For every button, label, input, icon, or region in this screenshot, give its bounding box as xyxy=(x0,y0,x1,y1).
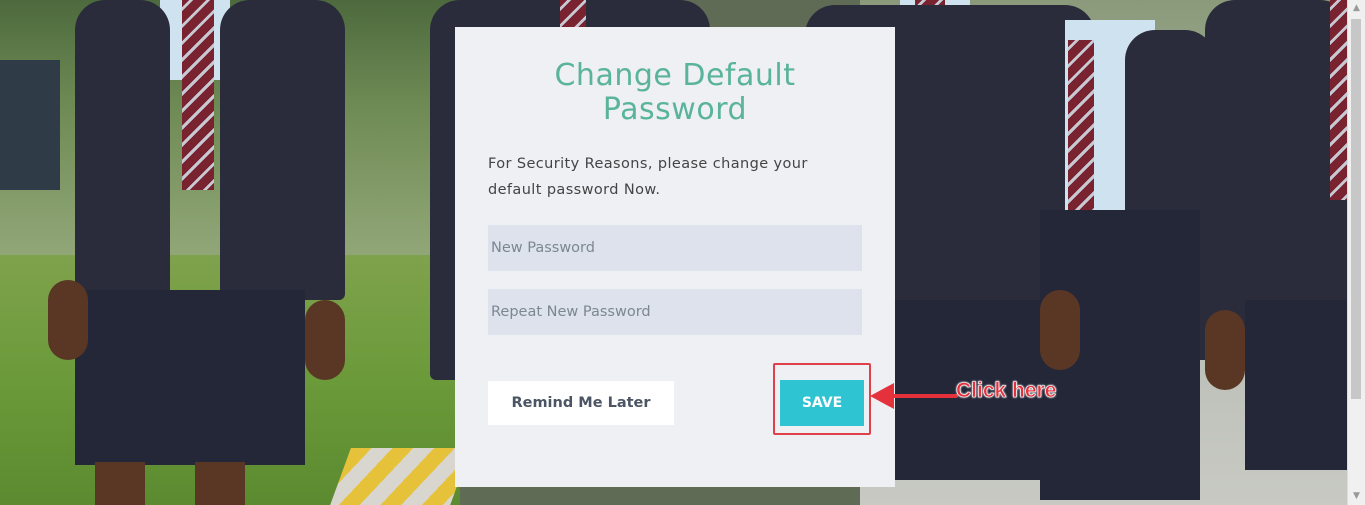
student-skirt xyxy=(1245,300,1350,470)
student-hand xyxy=(1205,310,1245,390)
click-here-annotation: Click here xyxy=(956,379,1057,403)
student-blazer xyxy=(220,0,345,300)
student-blazer xyxy=(75,0,170,300)
background-wall xyxy=(0,60,60,190)
card-title-line1: Change Default xyxy=(554,58,796,93)
card-title-line2: Password xyxy=(602,92,748,127)
save-button[interactable]: SAVE xyxy=(780,380,864,426)
card-title: Change Default Password xyxy=(455,59,895,127)
student-blazer xyxy=(1205,0,1350,340)
repeat-password-input[interactable] xyxy=(488,289,862,335)
background-curb xyxy=(329,448,471,505)
security-message: For Security Reasons, please change your… xyxy=(488,156,808,198)
student-hand xyxy=(1040,290,1080,370)
student-leg xyxy=(95,462,145,505)
change-password-card: Change Default Password For Security Rea… xyxy=(455,27,895,487)
scroll-thumb[interactable] xyxy=(1351,19,1361,399)
student-skirt xyxy=(75,290,305,465)
scroll-up-arrow-icon[interactable]: ▲ xyxy=(1348,0,1365,17)
save-highlight-box: SAVE xyxy=(773,363,871,435)
scroll-down-arrow-icon[interactable]: ▼ xyxy=(1348,488,1365,505)
page-scrollbar[interactable]: ▲ ▼ xyxy=(1347,0,1365,505)
student-hand xyxy=(48,280,88,360)
student-tie xyxy=(182,0,214,190)
new-password-input[interactable] xyxy=(488,225,862,271)
annotation-arrow-icon xyxy=(870,383,958,409)
remind-me-later-button[interactable]: Remind Me Later xyxy=(488,381,674,425)
student-leg xyxy=(195,462,245,505)
student-tie xyxy=(560,0,586,30)
student-hand xyxy=(305,300,345,380)
